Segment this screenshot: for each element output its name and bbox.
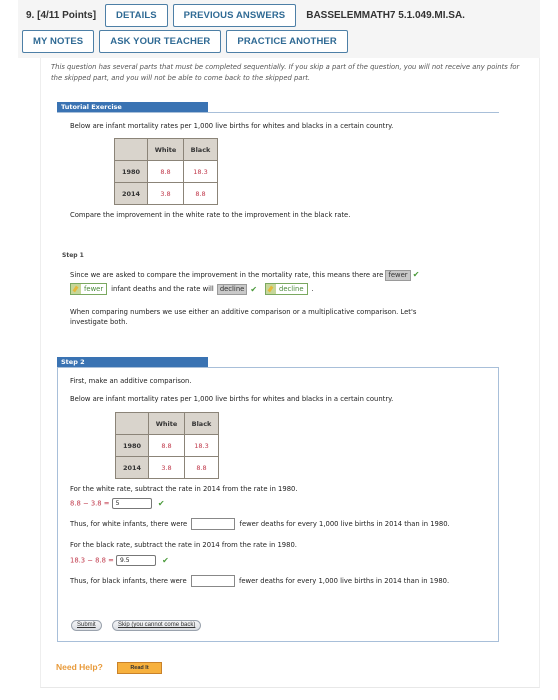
submit-button[interactable]: Submit <box>71 620 102 631</box>
black-thus-pre: Thus, for black infants, there were <box>70 577 187 585</box>
check-icon: ✔ <box>157 498 165 508</box>
black-fewer-deaths-input[interactable] <box>190 575 235 587</box>
tutorial-divider <box>57 112 499 113</box>
answer-decline-text: decline <box>279 285 304 293</box>
step1-para2: investigate both. <box>70 318 128 326</box>
sequential-note: This question has several parts that mus… <box>51 63 520 82</box>
rates-table: White Black 1980 8.8 18.3 2014 3.8 8.8 <box>114 138 218 205</box>
selected-decline: decline <box>216 283 248 295</box>
step1-line2-mid: infant deaths and the rate will <box>111 285 214 293</box>
row-year: 2014 <box>115 456 149 479</box>
white-expression: 8.8 − 3.8 = <box>70 499 110 508</box>
step1-line2-end: . <box>311 285 314 293</box>
white-rate: 3.8 <box>147 182 184 205</box>
black-difference-input[interactable]: 9.5 <box>116 555 156 566</box>
practice-another-button[interactable]: PRACTICE ANOTHER <box>226 30 348 53</box>
key-icon <box>71 284 81 294</box>
check-icon: ✔ <box>250 284 258 294</box>
step1-para: When comparing numbers we use either an … <box>70 308 417 316</box>
answer-fewer: fewer <box>70 283 108 295</box>
black-expression-row: 18.3 − 8.8 = 9.5 ✔ <box>70 555 169 566</box>
black-thus-post: fewer deaths for every 1,000 live births… <box>238 577 450 585</box>
black-rate: 18.3 <box>184 434 219 457</box>
question-header: 9. [4/11 Points] DETAILS PREVIOUS ANSWER… <box>18 0 540 58</box>
white-rate: 8.8 <box>148 434 185 457</box>
black-rate: 8.8 <box>183 182 218 205</box>
white-thus-row: Thus, for white infants, there were fewe… <box>70 518 450 530</box>
read-it-button[interactable]: Read It <box>117 662 162 674</box>
answer-fewer-text: fewer <box>84 285 104 293</box>
table-row: 1980 8.8 18.3 <box>114 160 218 183</box>
step1-line1-text: Since we are asked to compare the improv… <box>70 271 384 279</box>
black-instruction: For the black rate, subtract the rate in… <box>70 541 297 549</box>
white-expression-row: 8.8 − 3.8 = 5 ✔ <box>70 498 165 509</box>
check-icon: ✔ <box>162 555 169 565</box>
white-rate: 3.8 <box>148 456 185 479</box>
white-difference-input[interactable]: 5 <box>111 498 152 509</box>
row-year: 1980 <box>115 434 149 457</box>
white-rate: 8.8 <box>147 160 184 183</box>
table-row: 2014 3.8 8.8 <box>115 456 219 479</box>
black-rate: 18.3 <box>183 160 218 183</box>
table-corner <box>115 412 149 435</box>
white-thus-post: fewer deaths for every 1,000 live births… <box>239 520 450 528</box>
col-header-black: Black <box>183 138 218 161</box>
question-code: BASSELEMMATH7 5.1.049.MI.SA. <box>306 9 465 21</box>
skip-button[interactable]: Skip (you cannot come back) <box>112 620 202 631</box>
answer-decline: decline <box>265 283 308 295</box>
tutorial-intro: Below are infant mortality rates per 1,0… <box>70 122 394 130</box>
check-icon: ✔ <box>412 270 420 279</box>
table-row: 1980 8.8 18.3 <box>115 434 219 457</box>
col-header-black: Black <box>184 412 219 435</box>
table-row: 2014 3.8 8.8 <box>114 182 218 205</box>
row-year: 2014 <box>114 182 148 205</box>
white-fewer-deaths-input[interactable] <box>191 518 236 530</box>
black-rate: 8.8 <box>184 456 219 479</box>
selected-fewer: fewer <box>385 270 411 281</box>
step1-title: Step 1 <box>62 252 84 259</box>
ask-teacher-button[interactable]: ASK YOUR TEACHER <box>99 30 222 53</box>
black-expression: 18.3 − 8.8 = <box>70 556 114 565</box>
step2-intro: First, make an additive comparison. <box>70 377 192 385</box>
black-thus-row: Thus, for black infants, there were fewe… <box>70 575 449 587</box>
white-thus-pre: Thus, for white infants, there were <box>70 520 188 528</box>
col-header-white: White <box>147 138 184 161</box>
details-button[interactable]: DETAILS <box>105 3 168 27</box>
step2-rates-table: White Black 1980 8.8 18.3 2014 3.8 8.8 <box>115 412 219 479</box>
need-help-label: Need Help? <box>56 662 103 672</box>
white-instruction: For the white rate, subtract the rate in… <box>70 485 298 493</box>
tutorial-prompt: Compare the improvement in the white rat… <box>70 211 351 219</box>
key-icon <box>266 284 277 294</box>
step2-table-intro: Below are infant mortality rates per 1,0… <box>70 395 394 403</box>
previous-answers-button[interactable]: PREVIOUS ANSWERS <box>172 3 297 27</box>
table-corner <box>114 138 148 161</box>
step1-line1: Since we are asked to compare the improv… <box>70 270 419 281</box>
question-points: 9. [4/11 Points] <box>26 9 97 21</box>
my-notes-button[interactable]: MY NOTES <box>22 30 95 53</box>
col-header-white: White <box>148 412 185 435</box>
step1-line2: fewer infant deaths and the rate will de… <box>70 283 314 295</box>
row-year: 1980 <box>114 160 148 183</box>
